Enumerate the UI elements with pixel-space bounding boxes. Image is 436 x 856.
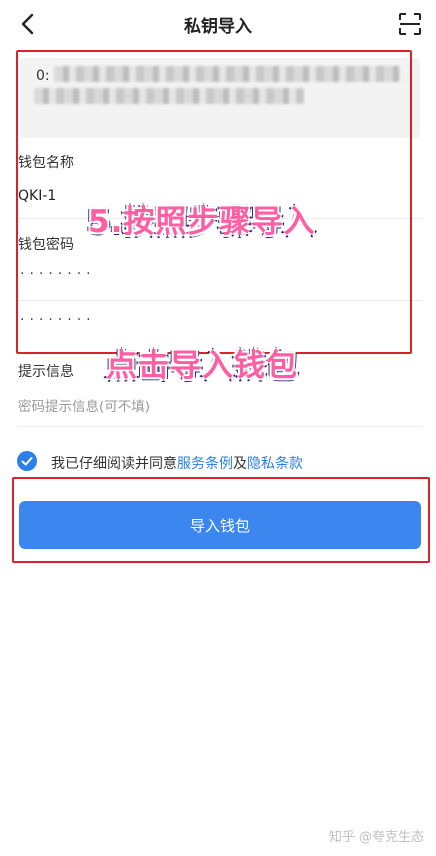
terms-link[interactable]: 服务条例 bbox=[177, 456, 233, 472]
checkmark-icon bbox=[21, 457, 33, 466]
agreement-checkbox[interactable] bbox=[17, 451, 37, 471]
hint-input[interactable]: 密码提示信息(可不填) bbox=[18, 395, 150, 415]
scan-button[interactable] bbox=[396, 10, 424, 38]
agreement-text: 我已仔细阅读并同意服务条例及隐私条款 bbox=[51, 453, 303, 473]
hint-label: 提示信息 bbox=[18, 364, 74, 380]
header-bar: 私钥导入 bbox=[0, 0, 436, 48]
privacy-link[interactable]: 隐私条款 bbox=[247, 456, 303, 472]
annotation-tap-import-text: 点击导入钱包 bbox=[106, 348, 298, 384]
scan-icon bbox=[399, 13, 421, 35]
divider bbox=[18, 426, 422, 427]
watermark: 知乎 @夸克生态 bbox=[328, 830, 424, 845]
agreement-conjunction: 及 bbox=[233, 456, 247, 472]
agreement-prefix: 我已仔细阅读并同意 bbox=[51, 456, 177, 472]
annotation-step-text: 5.按照步骤导入 bbox=[88, 204, 316, 240]
page-title: 私钥导入 bbox=[184, 17, 252, 37]
annotation-frame-button bbox=[12, 477, 430, 563]
agreement-row: 我已仔细阅读并同意服务条例及隐私条款 bbox=[17, 451, 417, 473]
